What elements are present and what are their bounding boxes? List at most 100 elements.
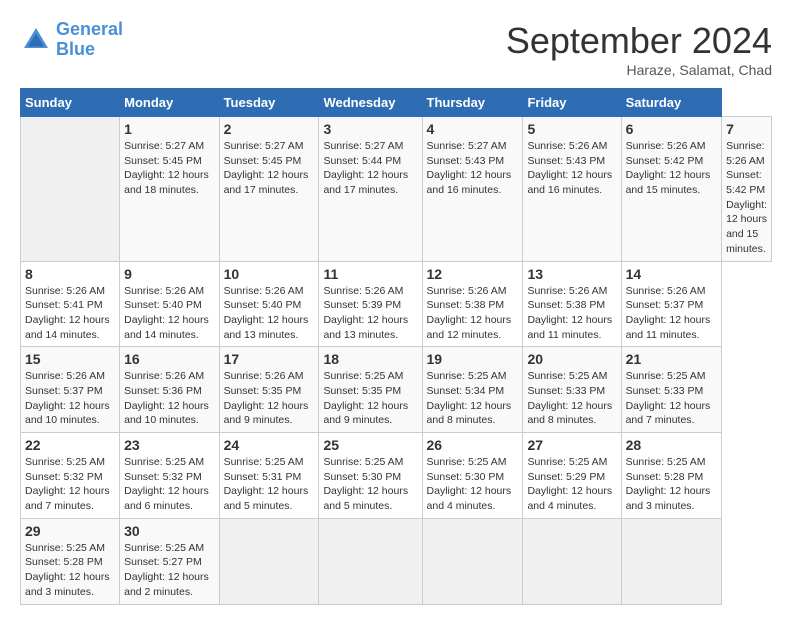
daylight: Daylight: 12 hours and 17 minutes. xyxy=(224,169,309,196)
sunrise: Sunrise: 5:27 AM xyxy=(124,140,204,152)
sunset: Sunset: 5:43 PM xyxy=(527,155,605,167)
sunset: Sunset: 5:39 PM xyxy=(323,299,401,311)
calendar-cell: 14 Sunrise: 5:26 AM Sunset: 5:37 PM Dayl… xyxy=(621,261,721,347)
title-area: September 2024 Haraze, Salamat, Chad xyxy=(506,20,772,78)
sunrise: Sunrise: 5:25 AM xyxy=(224,456,304,468)
sunrise: Sunrise: 5:26 AM xyxy=(124,285,204,297)
sunset: Sunset: 5:32 PM xyxy=(124,471,202,483)
calendar-cell: 15 Sunrise: 5:26 AM Sunset: 5:37 PM Dayl… xyxy=(21,347,120,433)
logo-icon xyxy=(20,24,52,56)
logo-line1: General xyxy=(56,19,123,39)
day-info: Sunrise: 5:25 AM Sunset: 5:28 PM Dayligh… xyxy=(25,541,115,600)
day-number: 18 xyxy=(323,351,417,367)
day-info: Sunrise: 5:26 AM Sunset: 5:35 PM Dayligh… xyxy=(224,369,315,428)
sunset: Sunset: 5:36 PM xyxy=(124,385,202,397)
day-number: 17 xyxy=(224,351,315,367)
daylight: Daylight: 12 hours and 11 minutes. xyxy=(626,314,711,341)
page-header: General Blue September 2024 Haraze, Sala… xyxy=(20,20,772,78)
calendar-cell xyxy=(21,117,120,262)
daylight: Daylight: 12 hours and 14 minutes. xyxy=(25,314,110,341)
calendar-cell: 9 Sunrise: 5:26 AM Sunset: 5:40 PM Dayli… xyxy=(120,261,219,347)
weekday-header-thursday: Thursday xyxy=(422,89,523,117)
calendar-cell: 7 Sunrise: 5:26 AM Sunset: 5:42 PM Dayli… xyxy=(722,117,772,262)
sunset: Sunset: 5:37 PM xyxy=(626,299,704,311)
day-number: 22 xyxy=(25,437,115,453)
calendar-body: 1 Sunrise: 5:27 AM Sunset: 5:45 PM Dayli… xyxy=(21,117,772,605)
daylight: Daylight: 12 hours and 2 minutes. xyxy=(124,571,209,598)
sunrise: Sunrise: 5:25 AM xyxy=(25,542,105,554)
daylight: Daylight: 12 hours and 3 minutes. xyxy=(25,571,110,598)
daylight: Daylight: 12 hours and 9 minutes. xyxy=(224,400,309,427)
sunset: Sunset: 5:30 PM xyxy=(427,471,505,483)
day-info: Sunrise: 5:27 AM Sunset: 5:43 PM Dayligh… xyxy=(427,139,519,198)
daylight: Daylight: 12 hours and 18 minutes. xyxy=(124,169,209,196)
calendar-cell: 6 Sunrise: 5:26 AM Sunset: 5:42 PM Dayli… xyxy=(621,117,721,262)
calendar-cell: 29 Sunrise: 5:25 AM Sunset: 5:28 PM Dayl… xyxy=(21,518,120,604)
sunset: Sunset: 5:31 PM xyxy=(224,471,302,483)
sunset: Sunset: 5:33 PM xyxy=(527,385,605,397)
day-number: 10 xyxy=(224,266,315,282)
sunset: Sunset: 5:29 PM xyxy=(527,471,605,483)
sunrise: Sunrise: 5:25 AM xyxy=(427,456,507,468)
daylight: Daylight: 12 hours and 8 minutes. xyxy=(527,400,612,427)
sunset: Sunset: 5:32 PM xyxy=(25,471,103,483)
daylight: Daylight: 12 hours and 16 minutes. xyxy=(527,169,612,196)
calendar-cell: 11 Sunrise: 5:26 AM Sunset: 5:39 PM Dayl… xyxy=(319,261,422,347)
calendar-week-5: 29 Sunrise: 5:25 AM Sunset: 5:28 PM Dayl… xyxy=(21,518,772,604)
day-info: Sunrise: 5:25 AM Sunset: 5:27 PM Dayligh… xyxy=(124,541,214,600)
calendar-cell: 10 Sunrise: 5:26 AM Sunset: 5:40 PM Dayl… xyxy=(219,261,319,347)
calendar-cell: 22 Sunrise: 5:25 AM Sunset: 5:32 PM Dayl… xyxy=(21,433,120,519)
sunrise: Sunrise: 5:27 AM xyxy=(323,140,403,152)
day-info: Sunrise: 5:26 AM Sunset: 5:42 PM Dayligh… xyxy=(626,139,717,198)
daylight: Daylight: 12 hours and 6 minutes. xyxy=(124,485,209,512)
day-number: 23 xyxy=(124,437,214,453)
day-info: Sunrise: 5:25 AM Sunset: 5:32 PM Dayligh… xyxy=(25,455,115,514)
sunset: Sunset: 5:38 PM xyxy=(527,299,605,311)
calendar-cell: 2 Sunrise: 5:27 AM Sunset: 5:45 PM Dayli… xyxy=(219,117,319,262)
sunset: Sunset: 5:34 PM xyxy=(427,385,505,397)
day-number: 2 xyxy=(224,121,315,137)
sunset: Sunset: 5:28 PM xyxy=(626,471,704,483)
day-number: 12 xyxy=(427,266,519,282)
day-info: Sunrise: 5:25 AM Sunset: 5:28 PM Dayligh… xyxy=(626,455,717,514)
sunrise: Sunrise: 5:27 AM xyxy=(427,140,507,152)
day-number: 13 xyxy=(527,266,616,282)
day-info: Sunrise: 5:26 AM Sunset: 5:40 PM Dayligh… xyxy=(124,284,214,343)
sunrise: Sunrise: 5:27 AM xyxy=(224,140,304,152)
calendar-cell: 17 Sunrise: 5:26 AM Sunset: 5:35 PM Dayl… xyxy=(219,347,319,433)
sunset: Sunset: 5:42 PM xyxy=(626,155,704,167)
sunrise: Sunrise: 5:26 AM xyxy=(25,370,105,382)
day-number: 15 xyxy=(25,351,115,367)
calendar-cell: 3 Sunrise: 5:27 AM Sunset: 5:44 PM Dayli… xyxy=(319,117,422,262)
day-number: 25 xyxy=(323,437,417,453)
sunset: Sunset: 5:42 PM xyxy=(726,169,765,196)
calendar-cell: 18 Sunrise: 5:25 AM Sunset: 5:35 PM Dayl… xyxy=(319,347,422,433)
logo-text: General Blue xyxy=(56,20,123,60)
daylight: Daylight: 12 hours and 5 minutes. xyxy=(323,485,408,512)
weekday-header-friday: Friday xyxy=(523,89,621,117)
calendar-cell: 4 Sunrise: 5:27 AM Sunset: 5:43 PM Dayli… xyxy=(422,117,523,262)
day-number: 24 xyxy=(224,437,315,453)
day-number: 14 xyxy=(626,266,717,282)
sunset: Sunset: 5:35 PM xyxy=(323,385,401,397)
day-info: Sunrise: 5:25 AM Sunset: 5:30 PM Dayligh… xyxy=(427,455,519,514)
sunset: Sunset: 5:28 PM xyxy=(25,556,103,568)
calendar-cell xyxy=(219,518,319,604)
day-info: Sunrise: 5:27 AM Sunset: 5:45 PM Dayligh… xyxy=(124,139,214,198)
day-number: 20 xyxy=(527,351,616,367)
day-info: Sunrise: 5:26 AM Sunset: 5:41 PM Dayligh… xyxy=(25,284,115,343)
day-info: Sunrise: 5:26 AM Sunset: 5:37 PM Dayligh… xyxy=(626,284,717,343)
day-info: Sunrise: 5:26 AM Sunset: 5:38 PM Dayligh… xyxy=(427,284,519,343)
day-number: 3 xyxy=(323,121,417,137)
sunrise: Sunrise: 5:25 AM xyxy=(25,456,105,468)
sunset: Sunset: 5:37 PM xyxy=(25,385,103,397)
sunrise: Sunrise: 5:26 AM xyxy=(25,285,105,297)
weekday-header-sunday: Sunday xyxy=(21,89,120,117)
sunrise: Sunrise: 5:25 AM xyxy=(527,370,607,382)
sunset: Sunset: 5:43 PM xyxy=(427,155,505,167)
sunrise: Sunrise: 5:26 AM xyxy=(626,140,706,152)
calendar-cell: 20 Sunrise: 5:25 AM Sunset: 5:33 PM Dayl… xyxy=(523,347,621,433)
weekday-row: SundayMondayTuesdayWednesdayThursdayFrid… xyxy=(21,89,772,117)
calendar-cell: 5 Sunrise: 5:26 AM Sunset: 5:43 PM Dayli… xyxy=(523,117,621,262)
day-info: Sunrise: 5:26 AM Sunset: 5:43 PM Dayligh… xyxy=(527,139,616,198)
